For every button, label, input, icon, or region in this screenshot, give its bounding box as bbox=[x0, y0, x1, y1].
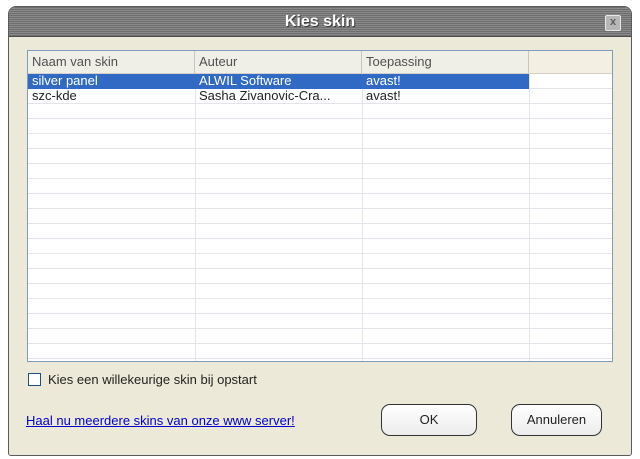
title-bar[interactable]: Kies skin x bbox=[9, 7, 631, 37]
table-header: Naam van skin Auteur Toepassing bbox=[28, 51, 612, 74]
empty-row bbox=[28, 329, 612, 344]
empty-row bbox=[28, 254, 612, 269]
empty-row bbox=[28, 239, 612, 254]
cell-author: Sasha Zivanovic-Cra... bbox=[199, 89, 331, 103]
random-skin-label[interactable]: Kies een willekeurige skin bij opstart bbox=[48, 373, 257, 387]
column-header-name[interactable]: Naam van skin bbox=[28, 51, 195, 73]
cell-application: avast! bbox=[362, 74, 529, 89]
column-header-author[interactable]: Auteur bbox=[195, 51, 362, 73]
column-header-blank bbox=[529, 51, 612, 73]
cell-skin-name: szc-kde bbox=[32, 89, 77, 103]
table-body: silver panel ALWIL Software avast! szc-k… bbox=[28, 74, 612, 361]
empty-row bbox=[28, 104, 612, 119]
empty-row bbox=[28, 224, 612, 239]
dialog-title: Kies skin bbox=[284, 13, 356, 30]
cell-author: ALWIL Software bbox=[195, 74, 362, 89]
empty-row bbox=[28, 269, 612, 284]
table-row[interactable]: szc-kde Sasha Zivanovic-Cra... avast! bbox=[28, 89, 612, 104]
cancel-button[interactable]: Annuleren bbox=[511, 404, 602, 436]
empty-row bbox=[28, 344, 612, 359]
empty-row bbox=[28, 149, 612, 164]
more-skins-link[interactable]: Haal nu meerdere skins van onze www serv… bbox=[26, 413, 295, 428]
cell-skin-name: silver panel bbox=[28, 74, 195, 89]
close-icon[interactable]: x bbox=[605, 15, 621, 31]
empty-row bbox=[28, 284, 612, 299]
cell-application: avast! bbox=[366, 89, 401, 103]
skin-list-table[interactable]: Naam van skin Auteur Toepassing silver p… bbox=[27, 50, 613, 362]
ok-button[interactable]: OK bbox=[381, 404, 477, 436]
empty-row bbox=[28, 314, 612, 329]
empty-row bbox=[28, 134, 612, 149]
empty-row bbox=[28, 194, 612, 209]
empty-row bbox=[28, 119, 612, 134]
empty-row bbox=[28, 299, 612, 314]
column-header-application[interactable]: Toepassing bbox=[362, 51, 529, 73]
empty-row bbox=[28, 179, 612, 194]
random-skin-checkbox[interactable] bbox=[28, 373, 41, 386]
empty-row bbox=[28, 164, 612, 179]
empty-row bbox=[28, 209, 612, 224]
table-row[interactable]: silver panel ALWIL Software avast! bbox=[28, 74, 612, 89]
